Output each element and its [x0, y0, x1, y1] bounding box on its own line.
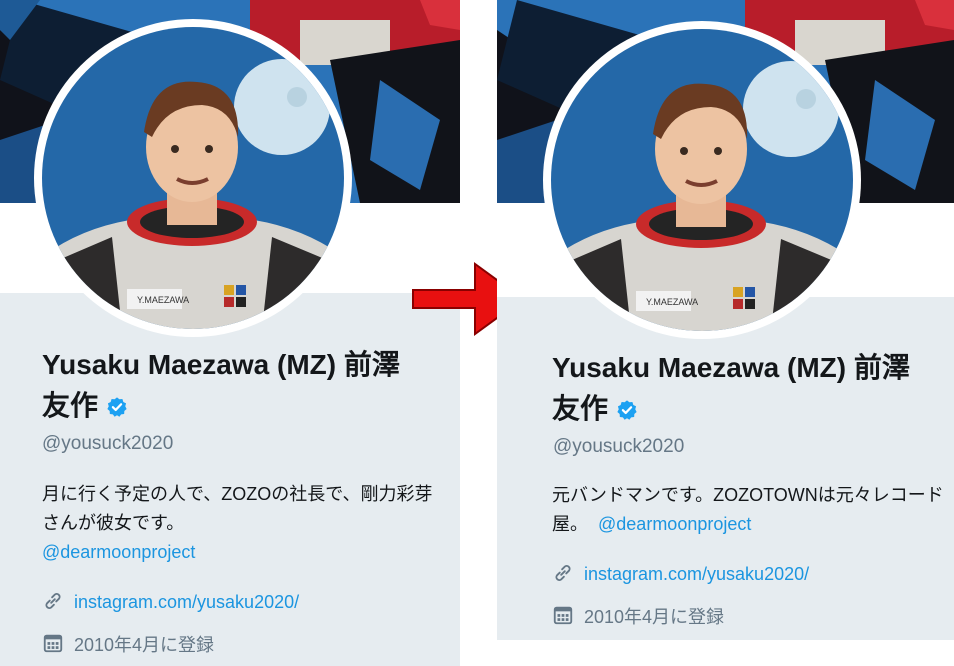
- profile-website: instagram.com/yusaku2020/: [42, 590, 299, 614]
- join-date-text: 2010年4月に登録: [584, 607, 725, 627]
- svg-text:Y.MAEZAWA: Y.MAEZAWA: [646, 297, 698, 307]
- avatar-illustration: Y.MAEZAWA: [551, 29, 853, 331]
- profile-join-date: 2010年4月に登録: [42, 631, 214, 657]
- profile-join-date: 2010年4月に登録: [552, 603, 724, 629]
- avatar[interactable]: Y.MAEZAWA: [543, 21, 861, 339]
- calendar-icon: [42, 632, 66, 656]
- profile-website: instagram.com/yusaku2020/: [552, 562, 809, 586]
- website-link[interactable]: instagram.com/yusaku2020/: [584, 564, 809, 585]
- website-link[interactable]: instagram.com/yusaku2020/: [74, 592, 299, 613]
- profile-card-after: Y.MAEZAWA Yusaku Maezawa (MZ) 前澤友作 元バンドマ…: [497, 0, 954, 640]
- verified-badge-icon: [616, 391, 638, 432]
- bio: 元バンドマンです。ZOZOTOWNは元々レコード屋。 @dearmoonproj…: [552, 485, 944, 534]
- profile-card-before: Y.MAEZAWA Yusaku Maezawa (MZ) 前澤友作 @yous…: [0, 0, 460, 666]
- avatar[interactable]: Y.MAEZAWA: [34, 19, 352, 337]
- avatar-illustration: Y.MAEZAWA: [42, 27, 344, 329]
- link-icon: [552, 562, 576, 586]
- display-name[interactable]: Yusaku Maezawa (MZ) 前澤友作: [552, 347, 932, 432]
- bio-mention-link[interactable]: @dearmoonproject: [42, 542, 195, 562]
- link-icon: [42, 590, 66, 614]
- handle[interactable]: @yousuck2020: [553, 436, 684, 458]
- calendar-icon: [552, 604, 576, 628]
- display-name[interactable]: Yusaku Maezawa (MZ) 前澤友作: [42, 344, 422, 429]
- verified-badge-icon: [106, 388, 128, 429]
- bio: 月に行く予定の人で、ZOZOの社長で、剛力彩芽さんが彼女です。 @dearmoon…: [42, 484, 433, 562]
- handle[interactable]: @yousuck2020: [42, 433, 173, 455]
- bio-mention-link[interactable]: @dearmoonproject: [598, 514, 751, 534]
- svg-text:Y.MAEZAWA: Y.MAEZAWA: [137, 295, 189, 305]
- join-date-text: 2010年4月に登録: [74, 635, 215, 655]
